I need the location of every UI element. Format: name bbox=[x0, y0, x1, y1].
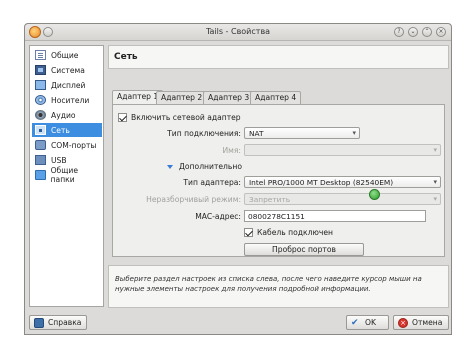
attach-type-label: Тип подключения: bbox=[167, 129, 241, 138]
chevron-down-icon: ▾ bbox=[433, 195, 437, 203]
adapter-type-value: Intel PRO/1000 MT Desktop (82540EM) bbox=[249, 178, 394, 187]
name-select[interactable]: ▾ bbox=[244, 144, 441, 156]
system-icon bbox=[35, 65, 46, 75]
enable-adapter-label: Включить сетевой адаптер bbox=[131, 113, 241, 122]
sidebar-item-label: Система bbox=[51, 65, 85, 75]
sidebar-item-display[interactable]: Дисплей bbox=[32, 78, 102, 92]
cancel-icon: × bbox=[398, 317, 408, 328]
sidebar-item-label: Носители bbox=[51, 95, 90, 105]
adapter-type-select[interactable]: Intel PRO/1000 MT Desktop (82540EM) ▾ bbox=[244, 176, 441, 188]
sidebar-item-general[interactable]: Общие bbox=[32, 48, 102, 62]
checkbox-box bbox=[118, 113, 127, 122]
general-icon bbox=[35, 50, 46, 60]
ok-button[interactable]: ✔ OK bbox=[346, 315, 389, 330]
page-title: Сеть bbox=[114, 52, 138, 62]
window-title: Tails - Свойства bbox=[205, 27, 271, 36]
adapter-tab-pane: Включить сетевой адаптер Тип подключения… bbox=[112, 104, 445, 257]
ok-button-label: OK bbox=[365, 318, 376, 327]
sidebar-item-system[interactable]: Система bbox=[32, 63, 102, 77]
display-icon bbox=[35, 80, 46, 90]
info-text: Выберите раздел настроек из списка слева… bbox=[115, 275, 422, 293]
advanced-label: Дополнительно bbox=[179, 162, 242, 171]
usb-icon bbox=[35, 155, 46, 165]
sidebar-item-label: USB bbox=[51, 155, 67, 165]
title-bar: Tails - Свойства ? ⌄ ⌃ × bbox=[25, 24, 451, 41]
help-button[interactable]: Справка bbox=[29, 315, 87, 330]
cable-connected-label: Кабель подключен bbox=[257, 228, 333, 237]
settings-window: Tails - Свойства ? ⌄ ⌃ × Общие Система Д… bbox=[24, 23, 452, 335]
info-panel: Выберите раздел настроек из списка слева… bbox=[108, 265, 449, 308]
sidebar-item-label: Общие папки bbox=[50, 166, 78, 184]
help-book-icon bbox=[34, 317, 44, 328]
section-header: Сеть bbox=[108, 45, 449, 69]
adapter-type-label: Тип адаптера: bbox=[183, 178, 241, 187]
close-button[interactable]: × bbox=[436, 27, 446, 37]
chevron-down-icon: ▾ bbox=[433, 178, 437, 186]
sidebar-item-serial-ports[interactable]: COM-порты bbox=[32, 138, 102, 152]
checkbox-box bbox=[244, 228, 253, 237]
help-question-icon[interactable]: ? bbox=[394, 27, 404, 37]
sidebar-item-label: Общие bbox=[51, 50, 79, 60]
mac-address-value: 0800278C1151 bbox=[248, 212, 305, 221]
sidebar-item-label: COM-порты bbox=[51, 140, 97, 150]
mac-address-label: MAC-адрес: bbox=[195, 212, 241, 221]
sidebar-item-shared-folders[interactable]: Общие папки bbox=[32, 166, 102, 184]
help-button-label: Справка bbox=[48, 318, 82, 327]
attach-type-value: NAT bbox=[249, 129, 264, 138]
promiscuous-mode-select[interactable]: Запретить ▾ bbox=[244, 193, 441, 205]
tab-adapter-2[interactable]: Адаптер 2 bbox=[156, 91, 208, 104]
promiscuous-mode-value: Запретить bbox=[249, 195, 291, 204]
promiscuous-mode-label: Неразборчивый режим: bbox=[146, 195, 241, 204]
tab-adapter-3[interactable]: Адаптер 3 bbox=[203, 91, 255, 104]
sidebar-item-usb[interactable]: USB bbox=[32, 153, 102, 167]
sidebar-item-audio[interactable]: Аудио bbox=[32, 108, 102, 122]
cable-connected-checkbox[interactable]: Кабель подключен bbox=[244, 228, 333, 237]
cancel-button[interactable]: × Отмена bbox=[393, 315, 449, 330]
attach-type-select[interactable]: NAT ▾ bbox=[244, 127, 360, 139]
mac-address-input[interactable]: 0800278C1151 bbox=[244, 210, 426, 222]
sidebar-item-network[interactable]: Сеть bbox=[32, 123, 102, 137]
audio-icon bbox=[35, 110, 46, 120]
settings-content: Сеть Адаптер 1 Адаптер 2 Адаптер 3 Адапт… bbox=[108, 45, 449, 308]
settings-sidebar: Общие Система Дисплей Носители Аудио Сет… bbox=[29, 45, 104, 307]
checkmark-icon: ✔ bbox=[351, 317, 359, 328]
storage-icon bbox=[35, 95, 46, 105]
sidebar-item-storage[interactable]: Носители bbox=[32, 93, 102, 107]
chevron-down-icon: ▾ bbox=[352, 129, 356, 137]
generate-mac-refresh-icon[interactable] bbox=[369, 189, 380, 200]
enable-adapter-checkbox[interactable]: Включить сетевой адаптер bbox=[118, 113, 241, 122]
sidebar-item-label: Сеть bbox=[51, 125, 70, 135]
maximize-button[interactable]: ⌃ bbox=[422, 27, 432, 37]
minimize-button[interactable]: ⌄ bbox=[408, 27, 418, 37]
advanced-expander[interactable]: Дополнительно bbox=[167, 162, 242, 171]
port-forwarding-button[interactable]: Проброс портов bbox=[244, 243, 364, 256]
chevron-down-icon: ▾ bbox=[433, 146, 437, 154]
shared-folders-icon bbox=[35, 170, 46, 180]
tab-adapter-4[interactable]: Адаптер 4 bbox=[250, 91, 302, 104]
sidebar-item-label: Дисплей bbox=[51, 80, 86, 90]
network-icon bbox=[35, 125, 46, 135]
sidebar-item-label: Аудио bbox=[51, 110, 76, 120]
cancel-button-label: Отмена bbox=[412, 318, 443, 327]
expand-triangle-icon bbox=[167, 164, 173, 169]
name-label: Имя: bbox=[222, 146, 241, 155]
serial-ports-icon bbox=[35, 140, 46, 150]
